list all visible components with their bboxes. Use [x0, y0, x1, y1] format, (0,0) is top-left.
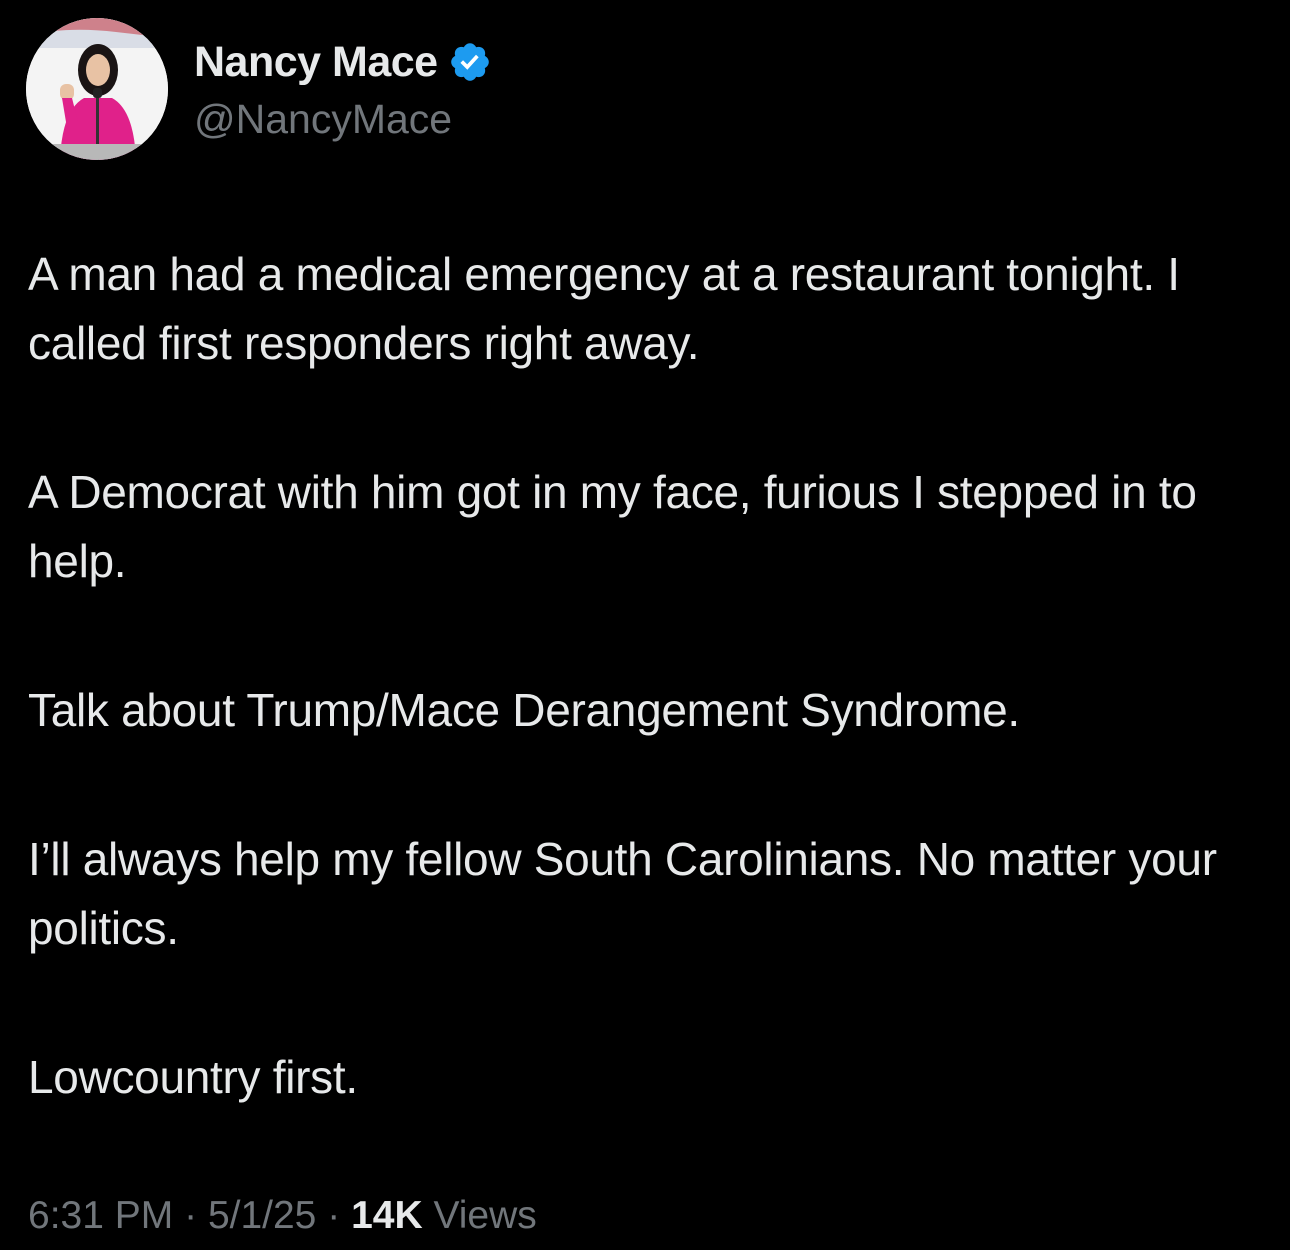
tweet-date[interactable]: 5/1/25 [208, 1194, 316, 1237]
author-display-name[interactable]: Nancy Mace [194, 38, 438, 87]
tweet-paragraph: A man had a medical emergency at a resta… [28, 248, 1180, 369]
tweet-paragraph: A Democrat with him got in my face, furi… [28, 466, 1197, 587]
tweet-paragraph: Talk about Trump/Mace Derangement Syndro… [28, 684, 1020, 736]
name-row: Nancy Mace [194, 36, 492, 88]
avatar-image [26, 18, 168, 160]
tweet: Nancy Mace @NancyMace A man had a medica… [0, 0, 1290, 1250]
tweet-header: Nancy Mace @NancyMace [26, 18, 492, 163]
tweet-time[interactable]: 6:31 PM [28, 1194, 173, 1237]
tweet-text: A man had a medical emergency at a resta… [28, 240, 1268, 1112]
avatar[interactable] [26, 18, 168, 160]
author-handle[interactable]: @NancyMace [194, 96, 492, 143]
meta-separator: · [184, 1194, 198, 1237]
views-label: Views [433, 1194, 537, 1237]
tweet-meta: 6:31 PM · 5/1/25 · 14K Views [28, 1194, 537, 1238]
tweet-paragraph: Lowcountry first. [28, 1051, 358, 1103]
tweet-paragraph: I’ll always help my fellow South Carolin… [28, 833, 1217, 954]
author-identity: Nancy Mace @NancyMace [194, 36, 492, 143]
meta-separator: · [327, 1194, 341, 1237]
views-count: 14K [351, 1194, 423, 1237]
verified-badge-icon[interactable] [448, 40, 492, 84]
